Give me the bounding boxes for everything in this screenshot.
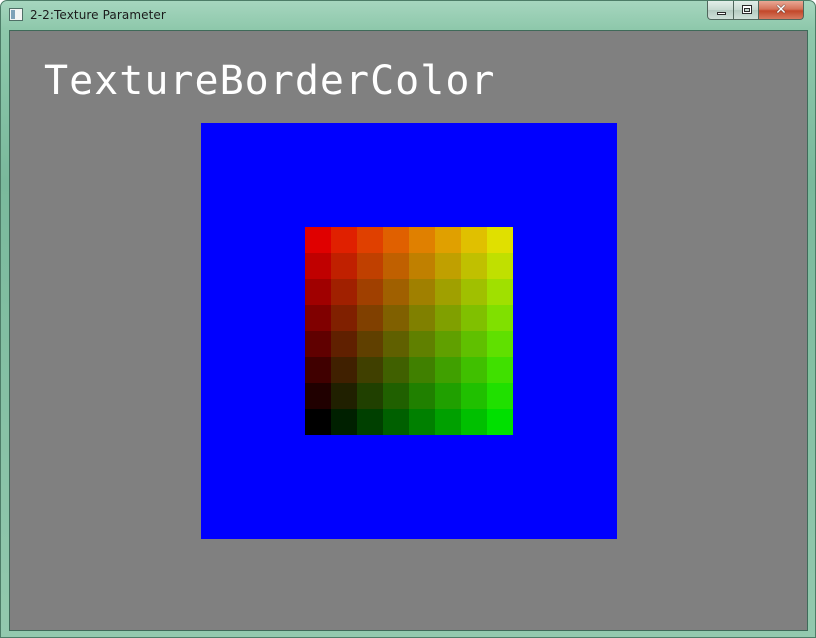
app-window: 2-2:Texture Parameter ✕ TextureBorderCol… (0, 0, 816, 638)
texture-cell (357, 409, 383, 435)
texture-cell (383, 279, 409, 305)
texture-cell (383, 305, 409, 331)
texture-cell (383, 409, 409, 435)
texture-cell (305, 253, 331, 279)
texture-cell (357, 305, 383, 331)
texture-cell (357, 227, 383, 253)
texture-cell (331, 331, 357, 357)
texture-cell (461, 409, 487, 435)
texture-cell (461, 279, 487, 305)
texture-cell (331, 279, 357, 305)
texture-cell (331, 253, 357, 279)
texture-cell (409, 305, 435, 331)
texture-cell (305, 383, 331, 409)
maximize-icon (742, 5, 752, 14)
texture-cell (383, 253, 409, 279)
texture-cell (435, 357, 461, 383)
texture-cell (331, 409, 357, 435)
texture-cell (461, 253, 487, 279)
texture-cell (487, 409, 513, 435)
maximize-button[interactable] (733, 1, 759, 20)
texture-cell (357, 383, 383, 409)
texture-cell (435, 305, 461, 331)
texture-cell (409, 357, 435, 383)
texture-cell (305, 227, 331, 253)
texture-cell (487, 279, 513, 305)
texture-cell (305, 357, 331, 383)
texture-cell (461, 357, 487, 383)
texture-cell (409, 279, 435, 305)
texture-cell (305, 331, 331, 357)
texture-cell (461, 305, 487, 331)
texture-checker-grid (305, 227, 513, 435)
texture-cell (383, 383, 409, 409)
texture-cell (331, 305, 357, 331)
texture-cell (435, 383, 461, 409)
texture-cell (383, 357, 409, 383)
texture-cell (487, 227, 513, 253)
texture-cell (435, 279, 461, 305)
texture-cell (461, 331, 487, 357)
texture-cell (357, 331, 383, 357)
texture-cell (357, 357, 383, 383)
title-bar[interactable]: 2-2:Texture Parameter ✕ (1, 1, 815, 29)
app-icon[interactable] (9, 8, 23, 21)
texture-cell (461, 383, 487, 409)
texture-cell (409, 227, 435, 253)
texture-cell (357, 279, 383, 305)
texture-cell (487, 305, 513, 331)
viewport-heading: TextureBorderColor (44, 58, 496, 104)
texture-cell (305, 305, 331, 331)
texture-cell (409, 409, 435, 435)
minimize-icon (717, 12, 726, 15)
window-title: 2-2:Texture Parameter (30, 8, 166, 22)
texture-cell (331, 227, 357, 253)
texture-cell (383, 331, 409, 357)
render-viewport[interactable]: TextureBorderColor (9, 30, 808, 631)
texture-cell (487, 253, 513, 279)
texture-cell (409, 331, 435, 357)
texture-cell (435, 331, 461, 357)
texture-cell (461, 227, 487, 253)
texture-cell (331, 357, 357, 383)
texture-cell (409, 253, 435, 279)
minimize-button[interactable] (707, 1, 734, 20)
texture-cell (357, 253, 383, 279)
texture-cell (487, 331, 513, 357)
texture-cell (435, 409, 461, 435)
texture-cell (435, 253, 461, 279)
texture-cell (331, 383, 357, 409)
texture-cell (487, 357, 513, 383)
texture-cell (305, 409, 331, 435)
texture-cell (305, 279, 331, 305)
close-button[interactable]: ✕ (758, 1, 804, 20)
close-icon: ✕ (775, 2, 787, 18)
texture-cell (487, 383, 513, 409)
texture-cell (383, 227, 409, 253)
texture-cell (409, 383, 435, 409)
texture-cell (435, 227, 461, 253)
textured-quad (201, 123, 617, 539)
